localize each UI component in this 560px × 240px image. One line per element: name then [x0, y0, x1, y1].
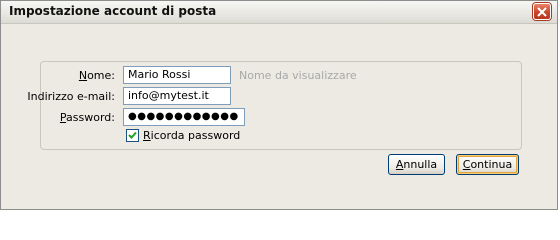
title-bar[interactable]: Impostazione account di posta: [1, 1, 557, 24]
password-label-rest: assword:: [66, 111, 115, 124]
close-button[interactable]: [533, 3, 551, 20]
email-field[interactable]: info@mytest.it: [123, 87, 231, 105]
dialog-title: Impostazione account di posta: [9, 4, 217, 18]
continue-button-rest: ontinua: [470, 158, 513, 171]
checkmark-icon: [128, 131, 137, 139]
cancel-button-rest: nnulla: [403, 158, 438, 171]
name-hint: Nome da visualizzare: [239, 69, 357, 82]
password-label: Password:: [59, 111, 115, 124]
name-label: Nome:: [78, 69, 115, 82]
close-icon: [537, 7, 547, 17]
cancel-button[interactable]: Annulla: [388, 154, 445, 175]
remember-password-checkbox[interactable]: [126, 129, 139, 142]
name-label-rest: ome:: [87, 69, 115, 82]
name-field[interactable]: Mario Rossi: [123, 66, 231, 84]
email-label: Indirizzo e-mail:: [27, 90, 115, 103]
continue-button[interactable]: Continua: [456, 154, 519, 175]
remember-password-label-rest: icorda password: [150, 129, 241, 142]
password-field[interactable]: ●●●●●●●●●●●●: [123, 108, 245, 126]
mail-account-setup-dialog: Impostazione account di posta Nome: Mari…: [0, 0, 558, 210]
remember-password-label[interactable]: Ricorda password: [143, 129, 240, 142]
